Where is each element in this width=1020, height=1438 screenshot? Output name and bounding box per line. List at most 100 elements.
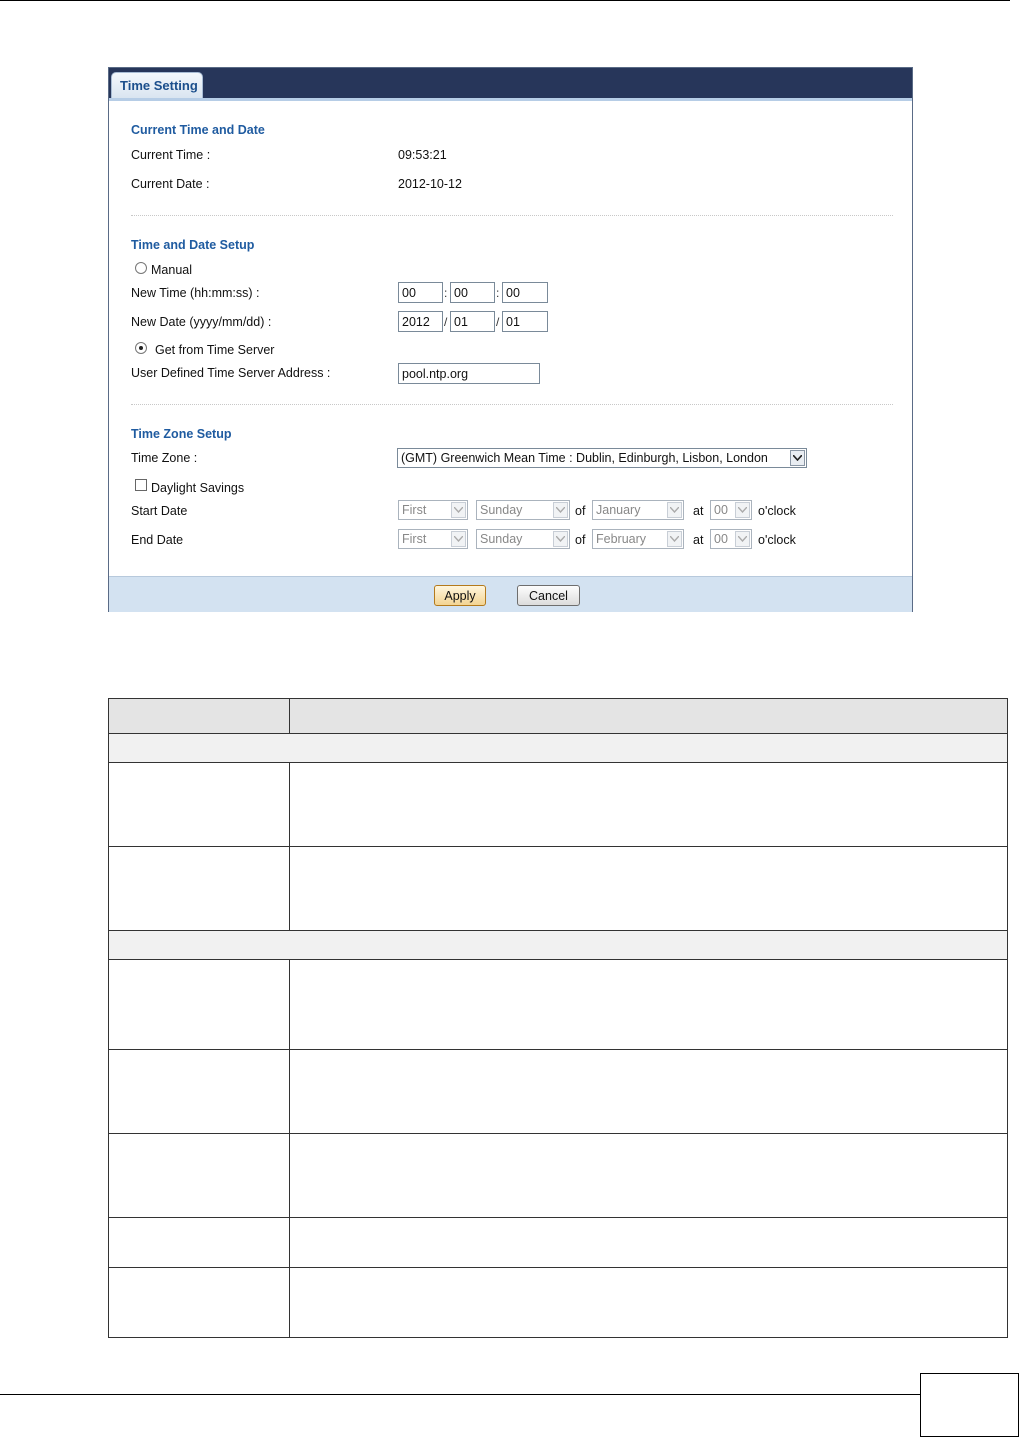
manual-label: Manual xyxy=(151,263,192,277)
time-server-label: Get from Time Server xyxy=(155,343,275,357)
end-month-select[interactable]: February xyxy=(592,529,684,549)
start-day-select[interactable]: Sunday xyxy=(476,500,570,520)
oclock-label: o'clock xyxy=(758,533,796,547)
time-zone-select[interactable]: (GMT) Greenwich Mean Time : Dublin, Edin… xyxy=(397,448,807,468)
table-header-cell xyxy=(108,698,290,734)
time-server-radio[interactable] xyxy=(135,342,147,354)
end-day-select[interactable]: Sunday xyxy=(476,529,570,549)
table-header-row xyxy=(108,698,1008,734)
year-input[interactable] xyxy=(398,311,443,332)
field-description-table xyxy=(108,698,1008,1338)
start-date-label: Start Date xyxy=(131,504,188,518)
section-title-setup: Time and Date Setup xyxy=(131,238,255,252)
table-cell xyxy=(289,959,1008,1050)
tab-time-setting[interactable]: Time Setting xyxy=(111,72,203,99)
day-input[interactable] xyxy=(502,311,548,332)
table-cell xyxy=(108,1217,290,1268)
at-label: at xyxy=(693,504,704,518)
start-hour-select[interactable]: 00 xyxy=(710,500,752,520)
current-time-label: Current Time : xyxy=(131,148,211,162)
table-row xyxy=(108,1217,1008,1268)
table-row xyxy=(108,1267,1008,1338)
current-time-value: 09:53:21 xyxy=(398,148,447,162)
start-day-value: Sunday xyxy=(480,503,523,517)
section-divider xyxy=(131,404,893,405)
end-hour-select[interactable]: 00 xyxy=(710,529,752,549)
table-cell xyxy=(108,1133,290,1218)
footer-rule xyxy=(0,1394,920,1395)
page-number-box xyxy=(920,1373,1019,1437)
section-title-zone: Time Zone Setup xyxy=(131,427,232,441)
date-separator: / xyxy=(444,315,448,329)
new-time-label: New Time (hh:mm:ss) : xyxy=(131,286,260,300)
table-header-cell xyxy=(289,698,1008,734)
date-separator: / xyxy=(496,315,500,329)
table-cell xyxy=(108,1049,290,1134)
start-month-select[interactable]: January xyxy=(592,500,684,520)
month-input[interactable] xyxy=(450,311,495,332)
table-section-row xyxy=(108,930,1008,960)
end-week-value: First xyxy=(402,532,427,546)
table-cell xyxy=(289,846,1008,931)
top-rule xyxy=(0,0,1010,1)
time-separator: : xyxy=(444,286,448,300)
button-bar: Apply Cancel xyxy=(109,576,912,612)
table-row xyxy=(108,762,1008,847)
second-input[interactable] xyxy=(502,282,548,303)
chevron-down-icon xyxy=(667,502,682,518)
table-cell xyxy=(108,846,290,931)
chevron-down-icon xyxy=(451,531,466,547)
table-row xyxy=(108,1049,1008,1134)
table-section-cell xyxy=(108,930,1008,960)
table-section-cell xyxy=(108,733,1008,763)
minute-input[interactable] xyxy=(450,282,495,303)
table-cell xyxy=(289,1217,1008,1268)
panel-header xyxy=(109,68,912,98)
start-month-value: January xyxy=(596,503,641,517)
end-hour-value: 00 xyxy=(714,532,728,546)
table-cell xyxy=(289,1133,1008,1218)
current-date-label: Current Date : xyxy=(131,177,210,191)
hour-input[interactable] xyxy=(398,282,443,303)
start-week-value: First xyxy=(402,503,427,517)
tab-label: Time Setting xyxy=(120,78,198,93)
table-row xyxy=(108,846,1008,931)
server-address-label: User Defined Time Server Address : xyxy=(131,366,331,380)
table-row xyxy=(108,1133,1008,1218)
daylight-savings-label: Daylight Savings xyxy=(151,481,245,495)
manual-radio[interactable] xyxy=(135,262,147,274)
chevron-down-icon xyxy=(735,531,750,547)
table-cell xyxy=(289,1267,1008,1338)
header-underline xyxy=(109,98,912,101)
of-label: of xyxy=(575,533,586,547)
server-address-input[interactable] xyxy=(398,363,540,384)
current-date-value: 2012-10-12 xyxy=(398,177,462,191)
table-row xyxy=(108,959,1008,1050)
table-cell xyxy=(289,762,1008,847)
apply-button[interactable]: Apply xyxy=(434,585,486,606)
end-month-value: February xyxy=(596,532,647,546)
time-zone-label: Time Zone : xyxy=(131,451,198,465)
oclock-label: o'clock xyxy=(758,504,796,518)
of-label: of xyxy=(575,504,586,518)
cancel-button[interactable]: Cancel xyxy=(517,585,580,606)
at-label: at xyxy=(693,533,704,547)
chevron-down-icon xyxy=(553,502,568,518)
time-setting-panel: Time Setting Current Time and Date Curre… xyxy=(108,67,913,612)
chevron-down-icon xyxy=(735,502,750,518)
end-day-value: Sunday xyxy=(480,532,523,546)
chevron-down-icon xyxy=(667,531,682,547)
time-separator: : xyxy=(496,286,500,300)
daylight-savings-checkbox[interactable] xyxy=(135,479,147,491)
start-hour-value: 00 xyxy=(714,503,728,517)
chevron-down-icon xyxy=(790,450,805,466)
table-cell xyxy=(108,959,290,1050)
end-week-select[interactable]: First xyxy=(398,529,468,549)
end-date-label: End Date xyxy=(131,533,184,547)
start-week-select[interactable]: First xyxy=(398,500,468,520)
table-cell xyxy=(108,762,290,847)
chevron-down-icon xyxy=(553,531,568,547)
new-date-label: New Date (yyyy/mm/dd) : xyxy=(131,315,272,329)
table-cell xyxy=(108,1267,290,1338)
time-zone-value: (GMT) Greenwich Mean Time : Dublin, Edin… xyxy=(401,451,768,465)
